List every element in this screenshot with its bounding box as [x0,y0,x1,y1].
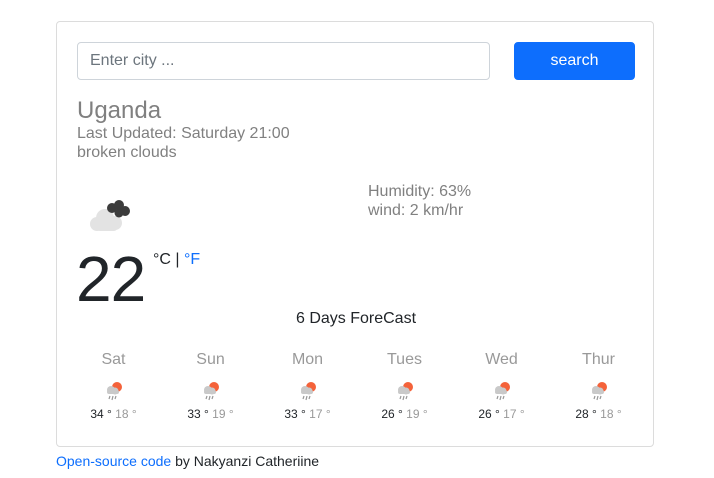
day-temperatures: 33 ° 19 ° [162,407,259,421]
rain-icon [591,382,607,401]
footer-author: by Nakyanzi Catheriine [175,453,320,469]
forecast-title: 6 Days ForeCast [295,310,417,327]
min-temp: 17 ° [309,407,331,421]
last-updated: Last Updated: Saturday 21:00 [77,125,290,142]
day-temperatures: 34 ° 18 ° [65,407,162,421]
humidity-readout: Humidity: 63% [368,183,472,200]
rain-icon [494,382,510,401]
day-name: Sat [101,351,126,368]
day-name: Mon [291,351,324,368]
fahrenheit-toggle[interactable]: °F [184,251,200,268]
forecast-day: Sat 34 ° 18 ° [65,350,162,421]
max-temp: 33 ° [284,407,306,421]
min-temp: 17 ° [503,407,525,421]
min-temp: 19 ° [212,407,234,421]
rain-icon [397,382,413,401]
footer: Open-source code by Nakyanzi Catheriine [56,453,319,469]
wind-readout: wind: 2 km/hr [368,202,464,219]
max-temp: 26 ° [478,407,500,421]
broken-clouds-icon [90,200,130,231]
day-name: Wed [485,351,518,368]
day-temperatures: 26 ° 19 ° [356,407,453,421]
city-name: Uganda [77,97,162,124]
current-temperature: 22 [76,243,146,315]
city-search-input[interactable] [77,42,490,80]
search-button[interactable]: search [514,42,635,80]
max-temp: 26 ° [381,407,403,421]
day-name: Sun [196,351,225,368]
weather-description: broken clouds [77,144,177,161]
unit-separator: | [175,251,180,268]
forecast-day: Mon 33 ° 17 ° [259,350,356,421]
rain-icon [203,382,219,401]
max-temp: 33 ° [187,407,209,421]
min-temp: 18 ° [115,407,137,421]
day-name: Thur [582,351,615,368]
forecast-day: Sun 33 ° 19 ° [162,350,259,421]
day-temperatures: 33 ° 17 ° [259,407,356,421]
day-temperatures: 26 ° 17 ° [453,407,550,421]
min-temp: 19 ° [406,407,428,421]
weather-card: search Uganda Last Updated: Saturday 21:… [56,21,654,447]
source-code-link[interactable]: Open-source code [56,453,171,469]
rain-icon [106,382,122,401]
min-temp: 18 ° [600,407,622,421]
max-temp: 34 ° [90,407,112,421]
forecast-day: Tues 26 ° 19 ° [356,350,453,421]
day-temperatures: 28 ° 18 ° [550,407,647,421]
rain-icon [300,382,316,401]
forecast-day: Wed 26 ° 17 ° [453,350,550,421]
unit-toggle: °C | °F [153,251,200,269]
forecast-day: Thur 28 ° 18 ° [550,350,647,421]
max-temp: 28 ° [575,407,597,421]
celsius-toggle[interactable]: °C [153,251,171,268]
forecast-row: Sat 34 ° 18 ° Sun 33 ° 19 ° Mon 33 ° 17 … [65,350,647,430]
day-name: Tues [387,351,422,368]
